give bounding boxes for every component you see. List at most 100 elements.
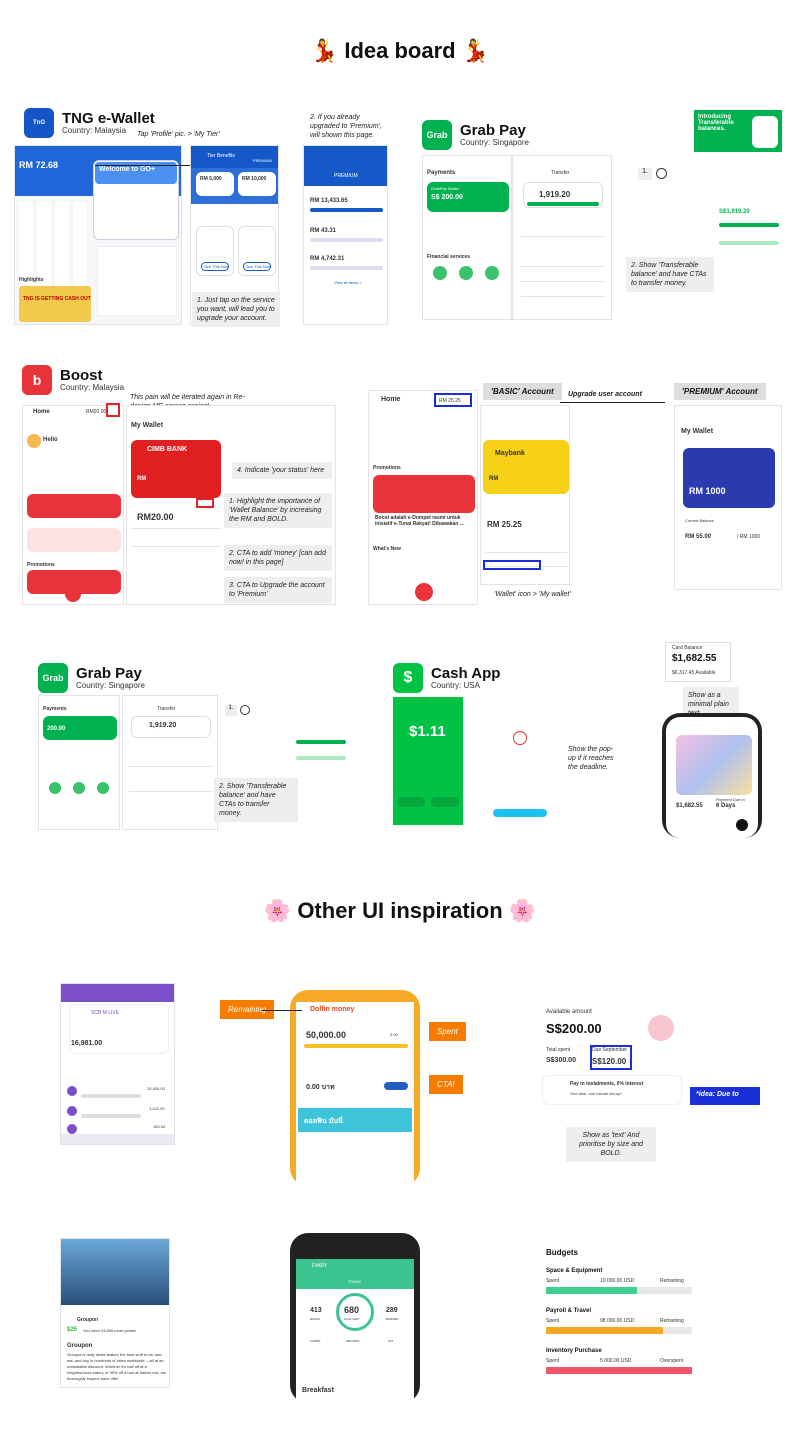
- budget-name: Inventory Purchase: [546, 1348, 602, 1354]
- grab2-transfer: Transfer: [157, 706, 176, 712]
- idea-board-title: 💃 Idea board 💃: [310, 38, 490, 63]
- boost-promotions2: Promotions: [373, 465, 401, 471]
- grab2-payments: Payments: [43, 706, 67, 712]
- grab1-transfer: Transfer: [551, 170, 570, 176]
- groupon-screenshot: Groupon $25 You need 24,895 more points!…: [60, 1238, 170, 1388]
- cashapp-card-balance-small: $1,682.55: [676, 803, 703, 809]
- boost-rm-badge: RM20.00: [86, 409, 107, 415]
- grab1-wallet: GrabPay Wallet: [431, 186, 459, 191]
- boost-name: Boost: [60, 367, 103, 384]
- thai-bank-screenshot: SCB M LIVE 16,981.00 15,400.00 1,431.00 …: [60, 983, 175, 1145]
- boost-home-screenshot: Home RM20.00 Hello Promotions: [22, 405, 124, 605]
- grab1-transfer-screenshot: Transfer 1,919.20: [512, 155, 612, 320]
- boost-logo: b: [22, 365, 52, 395]
- boost-note-cta-add: 2. CTA to add 'money' [can add now! in t…: [224, 545, 332, 571]
- boost-note-status: 4. Indicate 'your status' here: [232, 462, 332, 479]
- cashapp-logo: $: [393, 663, 423, 693]
- grab1-step1: 1.: [638, 168, 652, 180]
- grab1-promo-banner: Introducing Transferable balances.: [694, 110, 782, 152]
- dolfin-cta-tag: CTA!: [429, 1075, 463, 1094]
- boost-wallet-icon-note: 'Wallet' icon > 'My wallet': [494, 591, 571, 598]
- diary-today: TODAY: [348, 1279, 362, 1284]
- cashapp-days: 6 Days: [716, 803, 736, 809]
- boost-rm20: RM20.00: [137, 512, 174, 522]
- boost-upgrade-label: Upgrade user account: [568, 391, 642, 398]
- grab2-balance: 200.00: [47, 726, 66, 732]
- diary-burned: 289: [386, 1307, 398, 1314]
- boost-rm5500: RM 55.00: [685, 534, 712, 540]
- tng-see-now-1[interactable]: See This Now: [204, 264, 229, 269]
- tng-welcome: Welcome to GO+: [99, 166, 156, 173]
- tng-name: TNG e-Wallet: [62, 110, 155, 127]
- budget-spent-label: Spent: [546, 1358, 560, 1364]
- budget-status: Remaining: [660, 1318, 684, 1324]
- boost-maybank-rm: RM: [489, 476, 499, 482]
- diary-eaten: 413: [310, 1307, 322, 1314]
- tng-note-profile: Tap 'Profile' pic. > 'My Tier': [137, 131, 220, 138]
- info-icon-2: [240, 705, 250, 715]
- tng-view-all[interactable]: View all items >: [334, 280, 362, 285]
- thai-amount1: 15,400.00: [147, 1086, 165, 1091]
- grab2-name: Grab Pay: [76, 665, 142, 682]
- grab1-promo: Introducing Transferable balances.: [698, 114, 734, 132]
- dolfin-amount: 50,000.00: [306, 1030, 347, 1040]
- boost-my-wallet: My Wallet: [131, 422, 164, 429]
- grab1-brand: Grab Grab Pay Country: Singapore: [422, 120, 529, 150]
- tng-rm10000: RM 10,000: [242, 176, 267, 182]
- budget-fill: [546, 1367, 692, 1374]
- tng-see-now-2[interactable]: See This Now: [246, 264, 271, 269]
- cashapp-available: $6,317.45 Available: [672, 670, 716, 676]
- remaining-arrow: [262, 1010, 302, 1011]
- cashapp-card-balance: $1,682.55: [672, 653, 717, 664]
- dolfin-banner: ดอลฟิน มันนี่: [304, 1118, 343, 1125]
- boost-rm2525: RM 25.25: [487, 520, 522, 529]
- tng-logo: TnG: [24, 108, 54, 138]
- boost-brand: b Boost Country: Malaysia: [22, 365, 124, 395]
- dolfin-brand: Dolfin money: [310, 1006, 355, 1013]
- tng-premium-badge: PREMIUM: [253, 158, 272, 163]
- boost-upgrade-highlight: [483, 560, 541, 570]
- cashapp-brand: $ Cash App Country: USA: [393, 663, 500, 693]
- sg-idea: *idea: Due to: [690, 1087, 760, 1105]
- tng-tier-benefits: Tier Benefits: [207, 153, 235, 159]
- diary-fat: FAT: [388, 1339, 394, 1343]
- diary-left: 680: [344, 1305, 360, 1315]
- upgrade-arrow: [560, 402, 665, 403]
- tng-feature: TNG IS GETTING CASH OUT: [23, 296, 91, 302]
- sg-note: Show as 'text' And prioritise by size an…: [566, 1127, 656, 1162]
- boost-note-cta-upgrade: 3. CTA to Upgrade the account to 'Premiu…: [224, 577, 332, 603]
- boost-promo-text: Boost adalah e-Dompet rasmi untuk inisia…: [375, 515, 464, 527]
- budget-status: Overspent: [660, 1358, 684, 1364]
- grab2-brand: Grab Grab Pay Country: Singapore: [38, 663, 145, 693]
- tng-highlights: Highlights: [19, 277, 44, 283]
- thai-amount3: 150.00: [153, 1124, 166, 1129]
- groupon-desc: Groupon's daily deals feature the best s…: [67, 1352, 166, 1381]
- budgets-screenshot: Budgets Space & Equipment Spent 10 000.00 …: [538, 1238, 706, 1396]
- boost-status-highlight: [106, 403, 120, 417]
- tng-monthly-limit: RM 43.31: [310, 228, 337, 234]
- boost-rm1000: RM 1000: [689, 486, 726, 496]
- boost-basic-label: 'BASIC' Account: [483, 383, 562, 400]
- boost-note-highlight: 1. Highlight the importance of 'Wallet B…: [224, 493, 332, 528]
- boost-maybank: Maybank: [495, 450, 525, 457]
- tng-wallet-size: RM 13,433.65: [310, 198, 348, 204]
- sg-available-label: Available amount: [546, 1009, 592, 1015]
- tng-rm5000: RM 5,000: [200, 176, 222, 182]
- boost-current-balance: Current Balance: [685, 518, 714, 523]
- budget-spent-label: Spent: [546, 1278, 560, 1284]
- cashapp-note-popup: Show the pop-up if it reaches the deadli…: [568, 746, 614, 771]
- thai-amount2: 1,431.00: [149, 1106, 165, 1111]
- boost-status-box: [196, 498, 214, 508]
- budget-spent-label: Spent: [546, 1318, 560, 1324]
- grab2-transferable-screenshot: [292, 700, 350, 780]
- budget-amount: 10 000.00 USD: [600, 1278, 635, 1284]
- cashapp-name: Cash App: [431, 665, 501, 682]
- budget-amount: 98 000.00 USD: [600, 1318, 635, 1324]
- boost-premium-label: 'PREMIUM' Account: [674, 383, 766, 400]
- sg-total-spent: Total spent: [546, 1047, 571, 1053]
- boost-home2-screenshot: Home RM 25.25 Promotions Boost adalah e-…: [368, 390, 478, 605]
- tng-arrow: [95, 165, 190, 166]
- groupon-title: Groupon: [67, 1343, 93, 1349]
- boost-rm1000b: / RM 1000: [737, 534, 761, 540]
- budget-name: Space & Equipment: [546, 1268, 603, 1274]
